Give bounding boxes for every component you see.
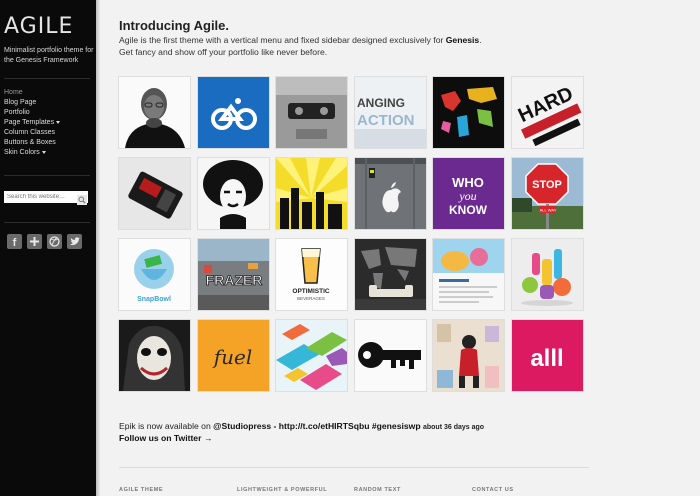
thumb-word-map[interactable] (433, 77, 504, 148)
menu-item-skin-colors[interactable]: Skin Colors (4, 148, 60, 158)
svg-text:BEVERAGES: BEVERAGES (297, 296, 325, 301)
sidebar-divider (4, 78, 90, 79)
thumb-website-shot[interactable] (433, 239, 504, 310)
footer-heading-random-text: RANDOM TEXT (354, 487, 401, 493)
thumb-joker[interactable] (119, 320, 190, 391)
main-menu: Home Blog Page Portfolio Page Templates … (4, 88, 61, 158)
thumb-gadget[interactable] (119, 158, 190, 229)
svg-text:WHO: WHO (452, 175, 484, 190)
svg-text:ACTION: ACTION (357, 112, 415, 129)
svg-text:f: f (13, 237, 17, 249)
twitter-icon[interactable] (67, 234, 82, 249)
thumb-portrait-man[interactable] (119, 77, 190, 148)
follow-twitter-link[interactable]: Follow us on Twitter → (119, 433, 212, 443)
thumb-apple-store[interactable] (355, 158, 426, 229)
svg-text:you: you (458, 189, 476, 203)
thumb-bike-logo[interactable] (198, 77, 269, 148)
thumb-stop-sign[interactable]: STOP ALL WAY (512, 158, 583, 229)
thumb-afro-portrait[interactable] (198, 158, 269, 229)
footer-heading-contact: CONTACT US (472, 487, 514, 493)
latest-tweet: Epik is now available on @Studiopress - … (119, 421, 485, 431)
footer-heading-agile-theme: AGILE THEME (119, 487, 164, 493)
svg-text:FRAZER: FRAZER (206, 272, 263, 288)
thumb-city-rays[interactable] (276, 158, 347, 229)
svg-text:alll: alll (530, 345, 563, 372)
svg-text:STOP: STOP (532, 179, 562, 191)
search-input[interactable] (4, 191, 79, 203)
page-title: Introducing Agile. (119, 18, 230, 33)
thumb-cassette[interactable] (276, 77, 347, 148)
svg-text:KNOW: KNOW (449, 203, 488, 217)
thumb-optimistic-beverages[interactable]: OPTIMISTIC BEVERAGES (276, 239, 347, 310)
sidebar-divider (4, 175, 90, 176)
thumb-alll[interactable]: alll (512, 320, 583, 391)
svg-text:SnapBowl: SnapBowl (137, 296, 171, 303)
thumb-collage[interactable] (433, 320, 504, 391)
thumb-changing-action[interactable]: ANGING ACTION (355, 77, 426, 148)
site-logo[interactable]: AGILE (4, 14, 73, 40)
thumb-key[interactable] (355, 320, 426, 391)
facebook-icon[interactable]: f (7, 234, 22, 249)
thumb-who-you-know[interactable]: WHO you KNOW (433, 158, 504, 229)
menu-item-column-classes[interactable]: Column Classes (4, 128, 60, 138)
chevron-down-icon (56, 120, 61, 124)
footer-divider (119, 467, 589, 468)
menu-item-buttons-boxes[interactable]: Buttons & Boxes (4, 138, 60, 148)
menu-item-portfolio[interactable]: Portfolio (4, 108, 60, 118)
svg-text:OPTIMISTIC: OPTIMISTIC (292, 288, 330, 295)
svg-text:ANGING: ANGING (357, 96, 405, 110)
tweet-link[interactable]: @Studiopress - http://t.co/etHIRTSqbu #g… (213, 421, 420, 431)
menu-item-page-templates[interactable]: Page Templates (4, 118, 61, 128)
dribbble-icon[interactable] (47, 234, 62, 249)
thumb-dot-world-map[interactable] (355, 239, 426, 310)
search-box (4, 191, 88, 205)
intro-text: Agile is the first theme with a vertical… (119, 35, 482, 57)
footer-heading-lightweight: LIGHTWEIGHT & POWERFUL (237, 487, 328, 493)
sidebar: AGILE Minimalist portfolio theme for the… (0, 0, 96, 496)
search-icon[interactable] (77, 192, 87, 205)
thumb-colorful-figures[interactable] (512, 239, 583, 310)
sidebar-divider (4, 222, 90, 223)
sidebar-shadow (96, 0, 100, 496)
thumb-isometric[interactable] (276, 320, 347, 391)
genesis-link[interactable]: Genesis (446, 35, 479, 45)
menu-item-blog-page[interactable]: Blog Page (4, 98, 60, 108)
site-tagline: Minimalist portfolio theme for the Genes… (4, 47, 94, 64)
google-plus-icon[interactable] (27, 234, 42, 249)
thumb-fuel[interactable]: fuel (198, 320, 269, 391)
menu-item-home[interactable]: Home (4, 88, 60, 98)
svg-text:ALL WAY: ALL WAY (540, 208, 557, 213)
thumb-hard-typography[interactable]: HARD (512, 77, 583, 148)
thumb-snapbowl[interactable]: SnapBowl (119, 239, 190, 310)
tweet-timestamp[interactable]: about 36 days ago (423, 424, 484, 431)
chevron-down-icon (41, 150, 46, 154)
thumb-graffiti[interactable]: FRAZER (198, 239, 269, 310)
svg-text:fuel: fuel (212, 345, 253, 369)
